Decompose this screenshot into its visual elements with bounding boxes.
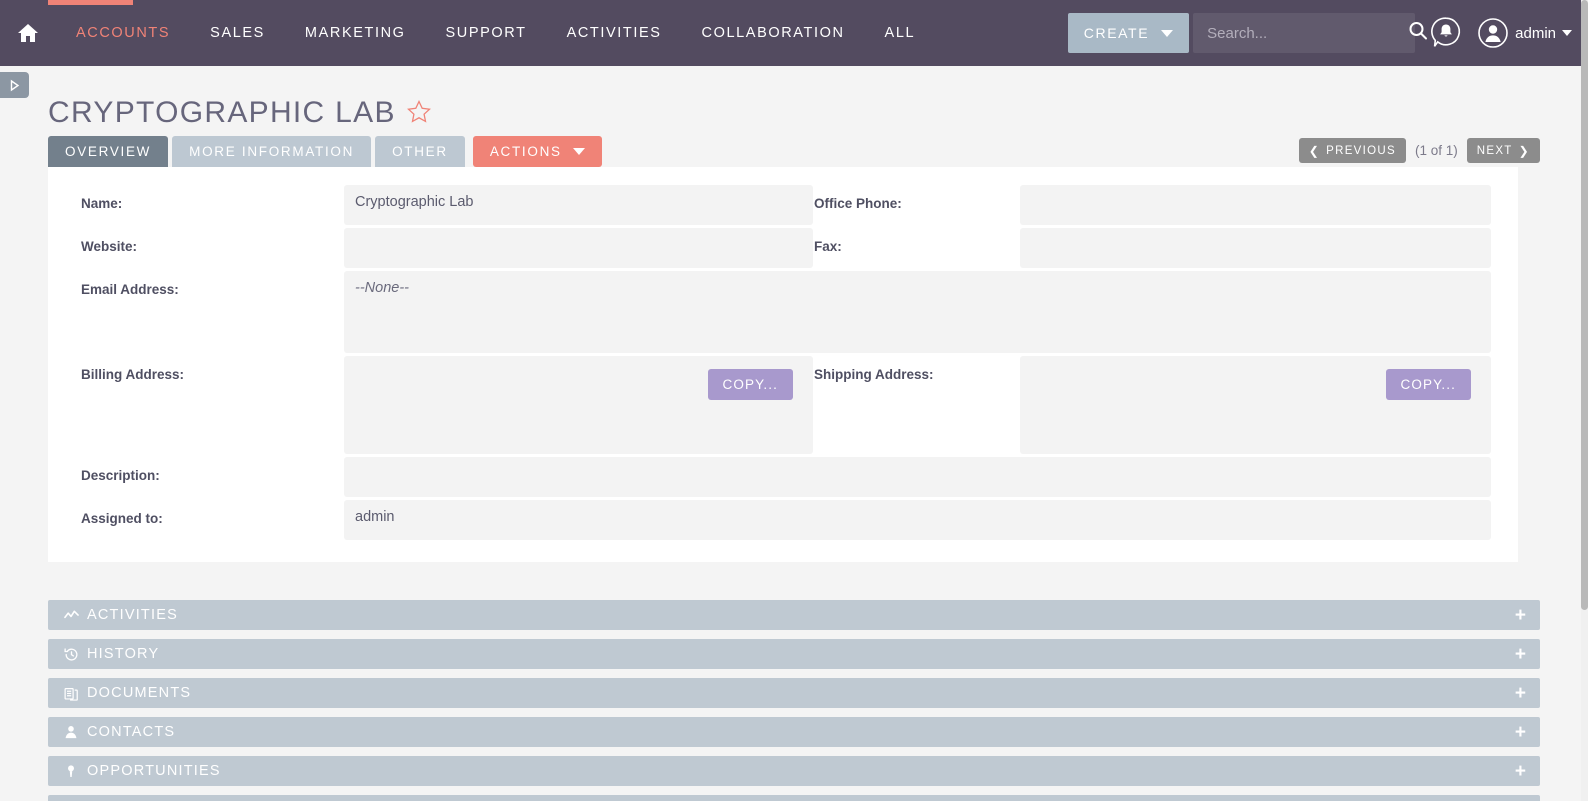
person-icon — [61, 725, 81, 739]
chevron-right-icon: ❯ — [1518, 143, 1530, 158]
opportunity-pin-icon — [61, 764, 81, 778]
panel-partial-next[interactable] — [48, 795, 1540, 801]
active-tab-accent-bar — [48, 0, 133, 5]
field-value-office-phone[interactable] — [1020, 185, 1491, 225]
nav-item-collaboration[interactable]: COLLABORATION — [682, 0, 865, 66]
panel-contacts[interactable]: CONTACTS + — [48, 717, 1540, 747]
top-navbar: ACCOUNTS SALES MARKETING SUPPORT ACTIVIT… — [0, 0, 1588, 66]
panel-documents[interactable]: DOCUMENTS + — [48, 678, 1540, 708]
field-value-shipping-address[interactable]: COPY... — [1020, 356, 1491, 454]
field-label-description: Description: — [81, 468, 160, 483]
nav-item-activities[interactable]: ACTIVITIES — [547, 0, 682, 66]
field-label-website: Website: — [81, 239, 138, 254]
tab-overview[interactable]: OVERVIEW — [48, 136, 169, 167]
nav-menu: ACCOUNTS SALES MARKETING SUPPORT ACTIVIT… — [56, 0, 935, 66]
chevron-down-icon — [1161, 29, 1174, 37]
nav-item-support[interactable]: SUPPORT — [426, 0, 547, 66]
record-count-label: (1 of 1) — [1414, 143, 1458, 158]
panel-title-opportunities: OPPORTUNITIES — [87, 763, 221, 779]
create-button[interactable]: CREATE — [1067, 13, 1190, 53]
field-label-office-phone: Office Phone: — [814, 196, 902, 211]
panel-expand-activities[interactable]: + — [1515, 606, 1526, 625]
actions-button-label: ACTIONS — [489, 144, 562, 159]
panel-expand-documents[interactable]: + — [1515, 684, 1526, 703]
chevron-left-icon: ❮ — [1308, 143, 1321, 158]
search-icon[interactable] — [1406, 19, 1430, 48]
previous-record-button[interactable]: ❮ PREVIOUS — [1298, 138, 1406, 163]
panel-expand-history[interactable]: + — [1515, 645, 1526, 664]
activity-chart-icon — [61, 608, 81, 623]
navbar-right-group: CREATE Search... admin — [1067, 13, 1588, 53]
page-title-row: CRYPTOGRAPHIC LAB — [48, 66, 1540, 136]
user-avatar-button[interactable] — [1477, 17, 1509, 49]
panel-title-documents: DOCUMENTS — [87, 685, 192, 701]
scrollbar-thumb[interactable] — [1581, 0, 1588, 610]
field-value-website[interactable] — [344, 228, 813, 268]
record-pagination: ❮ PREVIOUS (1 of 1) NEXT ❯ — [1298, 138, 1540, 163]
field-label-shipping-address: Shipping Address: — [814, 367, 934, 382]
nav-item-sales[interactable]: SALES — [190, 0, 285, 66]
nav-item-marketing[interactable]: MARKETING — [285, 0, 426, 66]
search-box[interactable] — [1193, 13, 1428, 53]
copy-billing-address-button[interactable]: COPY... — [707, 369, 793, 400]
chevron-down-icon — [1562, 30, 1572, 36]
field-value-billing-address[interactable]: COPY... — [344, 356, 813, 454]
record-tabs: OVERVIEW MORE INFORMATION OTHER ACTIONS … — [48, 136, 1540, 167]
panel-opportunities[interactable]: OPPORTUNITIES + — [48, 756, 1540, 786]
field-value-fax[interactable] — [1020, 228, 1491, 268]
page-scrollbar[interactable] — [1581, 0, 1588, 801]
history-clock-icon — [61, 647, 81, 662]
field-grid: Name: Cryptographic Lab Office Phone: We… — [48, 185, 1518, 540]
field-value-name[interactable]: Cryptographic Lab — [344, 185, 813, 225]
record-detail-card: Name: Cryptographic Lab Office Phone: We… — [48, 167, 1518, 562]
field-value-email-address[interactable]: --None-- — [344, 271, 1491, 353]
related-panels: ACTIVITIES + HISTORY + DOCUMENTS + CONTA… — [48, 600, 1540, 801]
field-label-assigned-to: Assigned to: — [81, 511, 163, 526]
user-menu-label: admin — [1515, 24, 1556, 42]
field-value-assigned-to[interactable]: admin — [344, 500, 1491, 540]
copy-shipping-address-button[interactable]: COPY... — [1385, 369, 1471, 400]
next-button-label: NEXT — [1476, 144, 1513, 157]
panel-expand-opportunities[interactable]: + — [1515, 762, 1526, 781]
tab-other[interactable]: OTHER — [375, 136, 465, 167]
panel-activities[interactable]: ACTIVITIES + — [48, 600, 1540, 630]
documents-icon — [61, 686, 81, 701]
panel-expand-contacts[interactable]: + — [1515, 723, 1526, 742]
field-label-fax: Fax: — [814, 239, 842, 254]
panel-title-activities: ACTIVITIES — [87, 607, 178, 623]
chevron-down-icon — [572, 148, 585, 155]
actions-button[interactable]: ACTIONS — [472, 136, 602, 167]
panel-title-history: HISTORY — [87, 646, 160, 662]
field-label-name: Name: — [81, 196, 123, 211]
previous-button-label: PREVIOUS — [1326, 144, 1396, 157]
field-label-billing-address: Billing Address: — [81, 367, 185, 382]
field-value-description[interactable] — [344, 457, 1491, 497]
create-button-label: CREATE — [1083, 25, 1150, 41]
panel-title-contacts: CONTACTS — [87, 724, 176, 740]
star-outline-icon[interactable] — [406, 99, 432, 130]
nav-item-all[interactable]: ALL — [865, 0, 936, 66]
panel-history[interactable]: HISTORY + — [48, 639, 1540, 669]
notifications-button[interactable] — [1429, 16, 1463, 50]
page-title: CRYPTOGRAPHIC LAB — [48, 96, 396, 129]
tab-more-information[interactable]: MORE INFORMATION — [172, 136, 372, 167]
search-input[interactable] — [1207, 24, 1407, 42]
user-menu[interactable]: admin — [1515, 25, 1572, 42]
home-icon[interactable] — [0, 21, 56, 45]
nav-item-accounts[interactable]: ACCOUNTS — [56, 0, 190, 66]
next-record-button[interactable]: NEXT ❯ — [1466, 138, 1540, 163]
field-label-email-address: Email Address: — [81, 282, 179, 297]
page-body: CRYPTOGRAPHIC LAB OVERVIEW MORE INFORMAT… — [0, 66, 1588, 801]
